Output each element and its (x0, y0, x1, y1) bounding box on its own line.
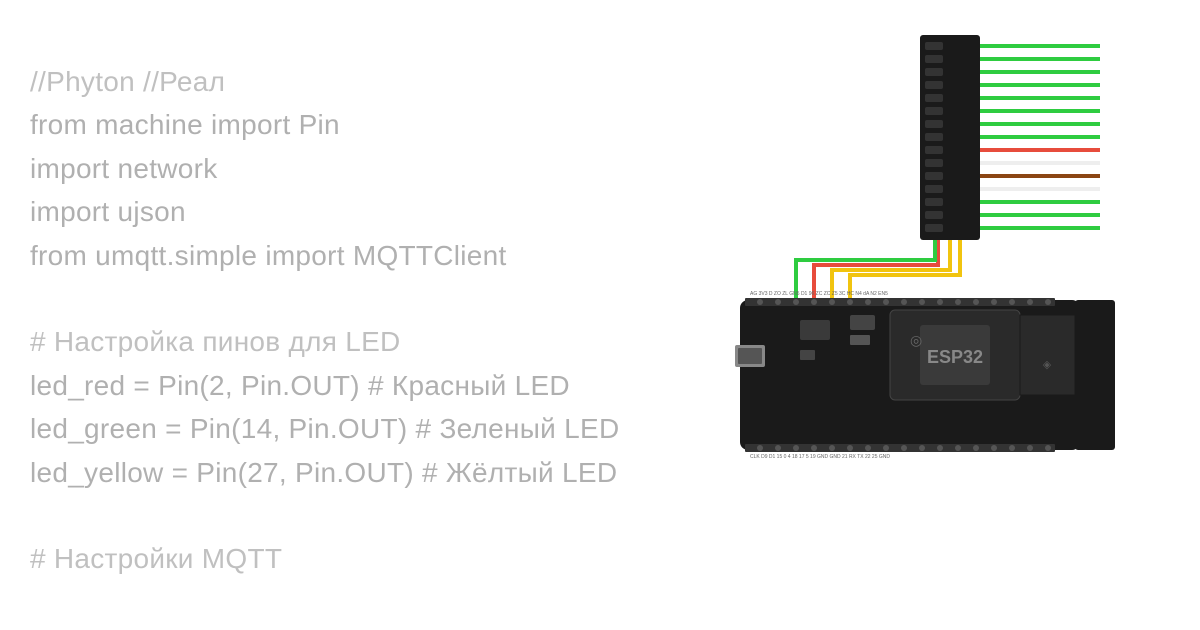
code-line-import2: import network (30, 147, 619, 190)
code-led-red: led_red = Pin(2, Pin.OUT) # Красный LED (30, 364, 619, 407)
svg-text:CLK D9 D1 15 0 4 18 17 5 19: CLK D9 D1 15 0 4 18 17 5 19 GND GND 21 R… (750, 454, 890, 460)
code-comment-2: # Настройки MQTT (30, 537, 619, 580)
code-line-import3: import ujson (30, 190, 619, 233)
code-line-import1: from machine import Pin (30, 103, 619, 146)
code-comment-1: # Настройка пинов для LED (30, 320, 619, 363)
code-led-yellow: led_yellow = Pin(27, Pin.OUT) # Жёлтый L… (30, 451, 619, 494)
board-diagram: ESP32 ◎ (720, 30, 1140, 510)
code-led-green: led_green = Pin(14, Pin.OUT) # Зеленый L… (30, 407, 619, 450)
code-line-header: //Phyton //Реал (30, 60, 619, 103)
code-empty-1 (30, 277, 619, 320)
code-empty-2 (30, 494, 619, 537)
code-block: //Phyton //Реал from machine import Pin … (30, 60, 619, 581)
svg-text:◎: ◎ (910, 332, 922, 348)
circuit-diagram: ESP32 ◎ (720, 30, 1140, 510)
code-line-import4: from umqtt.simple import MQTTClient (30, 234, 619, 277)
svg-text:◈: ◈ (1043, 359, 1052, 371)
svg-text:ESP32: ESP32 (927, 347, 983, 367)
svg-text:AG 3V3 D ZO ZL GN5 D1 96 ZC ZC: AG 3V3 D ZO ZL GN5 D1 96 ZC ZC Z5 3C HC … (750, 291, 888, 297)
